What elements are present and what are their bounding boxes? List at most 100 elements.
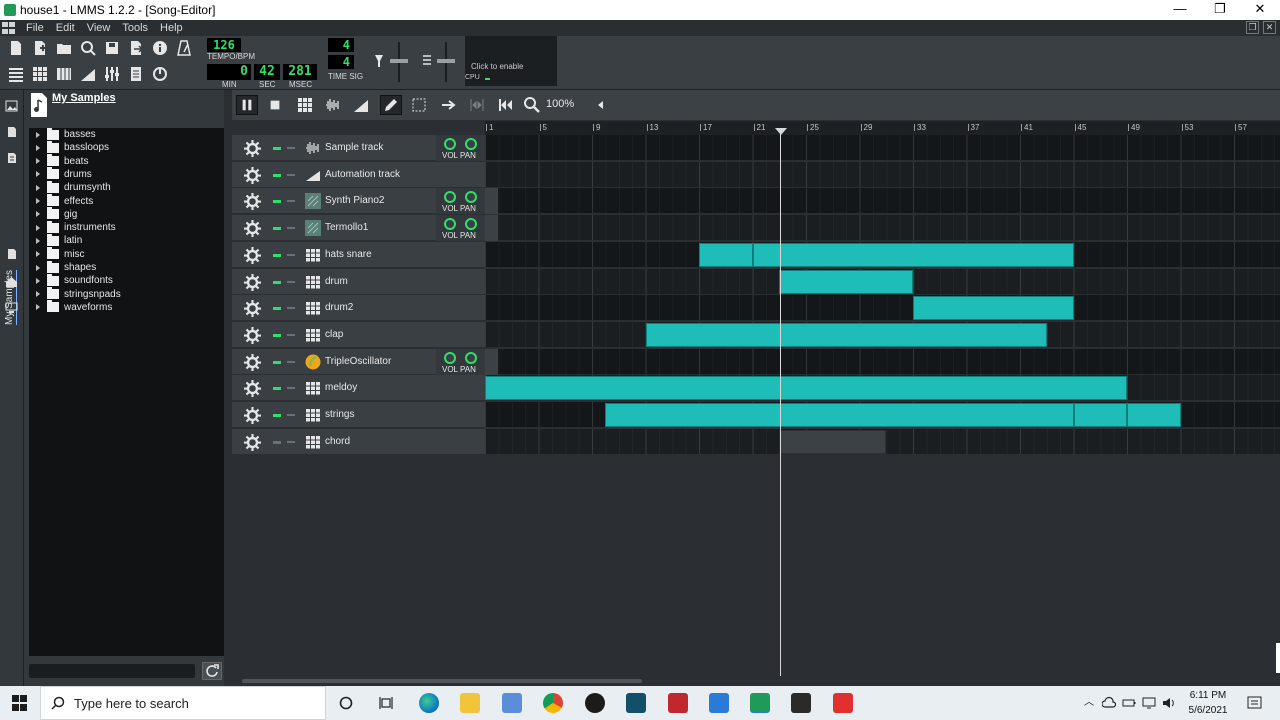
maximize-button[interactable]: ❐ (1200, 0, 1240, 20)
solo-toggle[interactable] (287, 227, 295, 230)
stop-behaviour-button[interactable] (494, 95, 516, 115)
gear-icon[interactable] (244, 433, 261, 451)
expand-arrow-icon[interactable] (36, 264, 40, 271)
expand-arrow-icon[interactable] (36, 291, 40, 298)
time-sig-denominator[interactable]: 4 (328, 55, 354, 69)
panning-knob[interactable] (465, 218, 477, 231)
pattern-clip[interactable] (699, 242, 753, 267)
menu-help[interactable]: Help (154, 22, 189, 34)
tray-chevron-icon[interactable]: ︿ (1084, 696, 1098, 710)
mute-toggle[interactable] (273, 333, 281, 337)
gear-icon[interactable] (244, 273, 261, 291)
mute-toggle[interactable] (273, 147, 281, 150)
solo-toggle[interactable] (287, 200, 295, 203)
folder-item[interactable]: stringsnpads (29, 287, 121, 301)
cpu-load-graph[interactable]: Click to enable CPU (465, 36, 557, 86)
track-timeline-area[interactable] (485, 215, 1280, 242)
pattern-clip[interactable] (1127, 403, 1181, 427)
lmms-taskbar-icon[interactable] (750, 693, 770, 713)
mute-toggle[interactable] (273, 440, 281, 444)
track-header[interactable]: strings (232, 402, 485, 428)
show-beat-editor-button[interactable] (30, 64, 50, 84)
volume-knob[interactable] (444, 218, 456, 231)
add-beat-track-button[interactable] (294, 95, 316, 115)
show-song-editor-button[interactable] (6, 64, 26, 84)
volume-knob[interactable] (444, 138, 456, 150)
notification-center-icon[interactable] (1247, 695, 1263, 711)
track-timeline-area[interactable] (485, 241, 1280, 268)
close-button[interactable]: ✕ (1240, 0, 1280, 20)
draw-mode-button[interactable] (380, 95, 402, 115)
recorder-icon[interactable] (833, 693, 853, 713)
timeline-ruler[interactable]: 1 5 9 13 17 21 25 29 33 37 41 45 49 53 57 (485, 121, 1280, 135)
store-icon[interactable] (791, 693, 811, 713)
taskbar-clock[interactable]: 6:11 PM 5/6/2021 (1180, 688, 1236, 718)
track-header[interactable]: Sample track VOL PAN (232, 135, 485, 161)
track-timeline-area[interactable] (485, 402, 1280, 428)
expand-arrow-icon[interactable] (36, 304, 40, 311)
gear-icon[interactable] (244, 246, 261, 264)
volume-knob[interactable] (444, 191, 456, 204)
expand-arrow-icon[interactable] (36, 184, 40, 191)
folder-item[interactable]: misc (29, 247, 85, 261)
vscode-icon[interactable] (709, 693, 729, 713)
gear-icon[interactable] (244, 326, 261, 344)
whats-this-button[interactable] (150, 38, 170, 58)
mute-toggle[interactable] (273, 173, 281, 177)
file-explorer-icon[interactable] (460, 693, 480, 713)
computer-icon[interactable] (5, 302, 18, 314)
restore-subwindow-button[interactable]: ❐ (1246, 21, 1259, 34)
expand-arrow-icon[interactable] (36, 211, 40, 218)
solo-toggle[interactable] (287, 173, 295, 176)
track-timeline-area[interactable] (485, 135, 1280, 161)
show-project-notes-button[interactable] (126, 64, 146, 84)
folder-item[interactable]: beats (29, 154, 88, 168)
solo-toggle[interactable] (287, 360, 295, 363)
time-sig-numerator[interactable]: 4 (328, 38, 354, 52)
gear-icon[interactable] (244, 300, 261, 318)
zoom-dropdown-arrow-icon[interactable] (598, 101, 603, 109)
track-header[interactable]: meldoy (232, 375, 485, 402)
expand-arrow-icon[interactable] (36, 224, 40, 231)
gear-icon[interactable] (244, 407, 261, 424)
folder-item[interactable]: soundfonts (29, 273, 113, 287)
task-view-icon[interactable] (378, 695, 394, 711)
master-volume-handle[interactable] (390, 59, 408, 63)
pattern-clip[interactable] (605, 403, 1074, 427)
image-icon[interactable] (5, 100, 18, 112)
mute-toggle[interactable] (273, 280, 281, 284)
browser-filter-input[interactable] (29, 664, 195, 678)
folder-item[interactable]: bassloops (29, 140, 109, 154)
pattern-clip[interactable] (779, 429, 887, 454)
track-timeline-area[interactable] (485, 321, 1280, 348)
track-header[interactable]: drum (232, 268, 485, 295)
pattern-clip[interactable] (913, 296, 1074, 321)
expand-arrow-icon[interactable] (36, 251, 40, 258)
export-project-button[interactable] (126, 38, 146, 58)
pattern-clip[interactable] (1073, 403, 1127, 427)
samples-icon[interactable] (5, 152, 18, 164)
folder-item[interactable]: effects (29, 194, 93, 208)
solo-toggle[interactable] (287, 147, 295, 149)
tempo-display[interactable]: 126 (207, 38, 241, 52)
track-header[interactable]: TripleOscillator VOL PAN (232, 348, 485, 375)
projects-icon[interactable] (5, 126, 18, 138)
pattern-clip[interactable] (779, 269, 913, 294)
menu-tools[interactable]: Tools (116, 22, 154, 34)
track-timeline-area[interactable] (485, 268, 1280, 295)
presets-icon[interactable] (5, 248, 18, 260)
folder-item[interactable]: basses (29, 127, 96, 141)
gear-icon[interactable] (244, 193, 261, 211)
filezilla-icon[interactable] (668, 693, 688, 713)
cloud-icon[interactable] (1102, 696, 1116, 710)
mute-toggle[interactable] (273, 307, 281, 311)
pen-app-icon[interactable] (502, 693, 522, 713)
gear-icon[interactable] (244, 220, 261, 238)
taskbar-search-box[interactable]: Type here to search (40, 686, 326, 720)
metronome-button[interactable] (174, 38, 194, 58)
folder-item[interactable]: drums (29, 167, 92, 181)
mute-toggle[interactable] (273, 253, 281, 257)
vertical-scrollbar[interactable] (1276, 643, 1280, 673)
track-header[interactable]: drum2 (232, 295, 485, 322)
volume-icon[interactable] (1162, 696, 1176, 710)
